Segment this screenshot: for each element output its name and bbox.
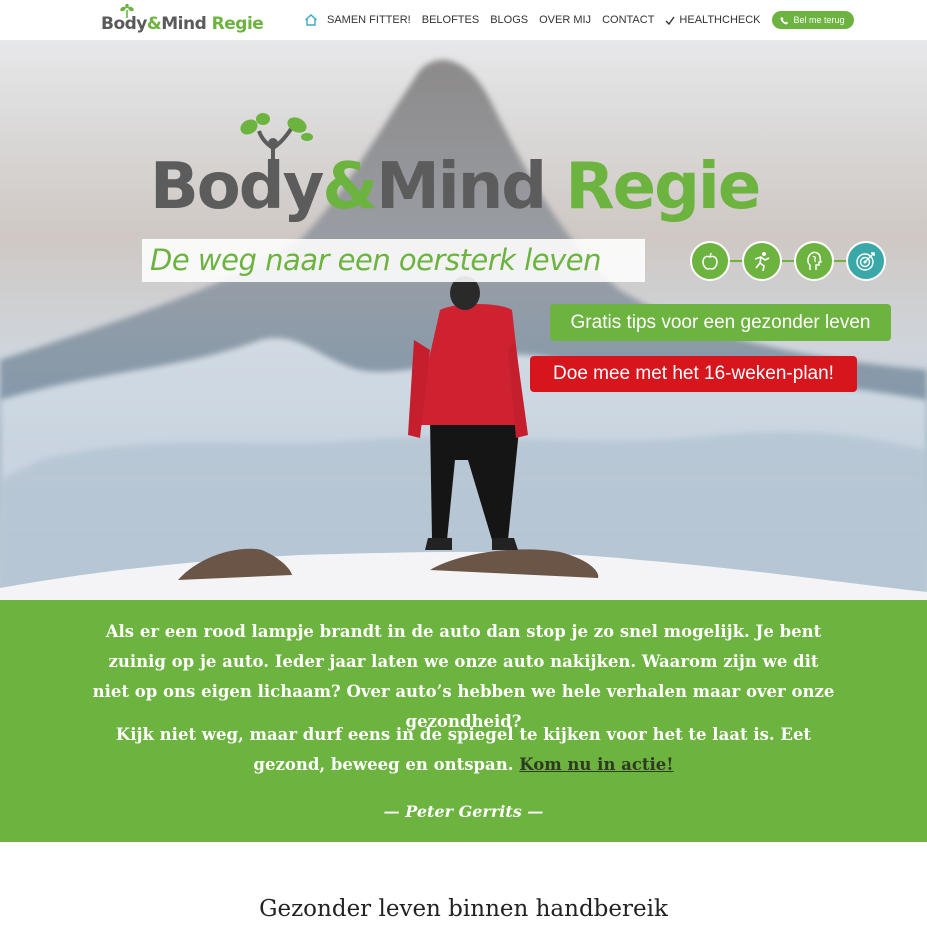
brain-icon	[794, 241, 834, 281]
call-me-back-button[interactable]: Bel me terug	[771, 11, 854, 29]
logo-mind-text: Mind	[161, 14, 207, 34]
quote-author: — Peter Gerrits —	[383, 802, 544, 821]
hero-banner: Body&Mind Regie De weg naar een oersterk…	[0, 40, 927, 600]
runner-icon	[742, 241, 782, 281]
logo-amp-text: &	[146, 14, 162, 34]
quote-paragraph-1: Als er een rood lampje brandt in de auto…	[92, 622, 835, 731]
main-nav: Samen fitter! Beloftes Blogs Over mij Co…	[304, 0, 854, 40]
hero-tagline: De weg naar een oersterk leven	[150, 243, 601, 277]
apple-icon	[690, 241, 730, 281]
take-action-link[interactable]: Kom nu in actie!	[519, 755, 673, 774]
free-tips-button[interactable]: Gratis tips voor een gezonder leven	[550, 304, 891, 341]
logo-body-text: Body	[101, 14, 147, 34]
nav-contact[interactable]: Contact	[602, 14, 654, 26]
home-icon[interactable]	[304, 13, 318, 27]
hero-tagline-box: De weg naar een oersterk leven	[142, 239, 645, 282]
hero-logo-amp: &	[322, 150, 378, 224]
section-heading: Gezonder leven binnen handbereik	[259, 896, 668, 922]
pillar-icons	[690, 241, 886, 281]
hero-logo-body: Body	[150, 150, 324, 224]
hero-logo-mind: Mind	[376, 150, 547, 224]
pillar-connector	[710, 260, 866, 262]
nav-healthcheck-label: Healthcheck	[679, 14, 761, 26]
hero-logo: Body&Mind Regie	[150, 155, 761, 219]
site-header: Body&Mind Regie Samen fitter! Beloftes B…	[0, 0, 927, 40]
nav-healthcheck[interactable]: Healthcheck	[665, 14, 761, 26]
check-icon	[665, 16, 675, 25]
target-icon	[846, 241, 886, 281]
hero-logo-regie: Regie	[545, 150, 761, 224]
nav-samen-fitter[interactable]: Samen fitter!	[327, 14, 411, 26]
quote-paragraph-2-text: Kijk niet weg, maar durf eens in de spie…	[115, 725, 812, 774]
phone-icon	[779, 16, 788, 25]
sixteen-week-plan-button[interactable]: Doe mee met het 16-weken-plan!	[530, 356, 857, 392]
call-me-back-label: Bel me terug	[793, 15, 845, 25]
nav-blogs[interactable]: Blogs	[490, 14, 528, 26]
quote-section: Als er een rood lampje brandt in de auto…	[0, 600, 927, 842]
nav-beloftes[interactable]: Beloftes	[422, 14, 479, 26]
quote-paragraph-2: Kijk niet weg, maar durf eens in de spie…	[90, 720, 837, 780]
logo-regie-text: Regie	[206, 14, 264, 34]
nav-over-mij[interactable]: Over mij	[539, 14, 591, 26]
